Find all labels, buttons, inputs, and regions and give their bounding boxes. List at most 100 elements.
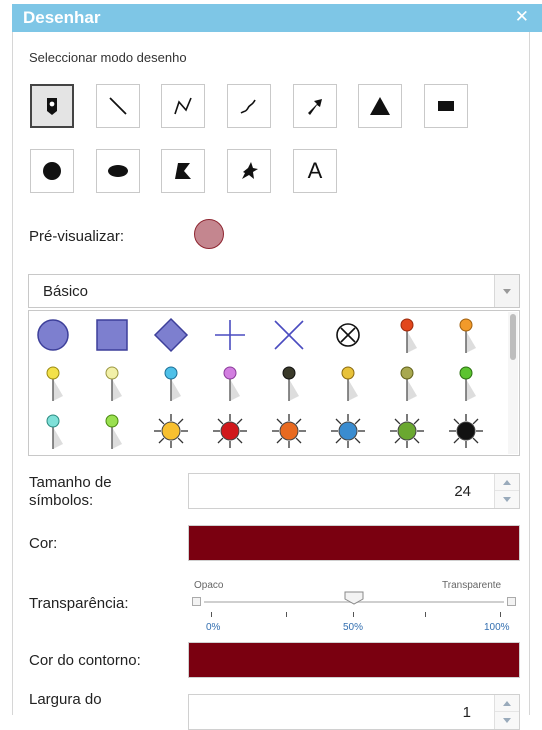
outline-width-spinner[interactable] [494, 695, 519, 729]
ellipse-icon [108, 165, 128, 177]
sun-orange-icon [272, 414, 306, 448]
slider-tick [211, 612, 212, 617]
symbol-pushpin-green[interactable] [446, 363, 486, 403]
pushpin-lime-icon [105, 414, 122, 449]
chevron-down-icon[interactable] [494, 275, 519, 307]
symbol-sun-yellow[interactable] [151, 411, 191, 451]
symbol-pushpin-orange[interactable] [446, 315, 486, 355]
slider-tick [425, 612, 426, 617]
symbol-size-field[interactable] [188, 473, 520, 509]
outline-color-label: Cor do contorno: [29, 652, 141, 669]
pushpin-gold-icon [341, 366, 358, 401]
close-icon[interactable]: ✕ [515, 7, 529, 27]
tick-label-0: 0% [206, 622, 221, 633]
symbol-pushpin-violet[interactable] [210, 363, 250, 403]
symbol-pushpin-aqua[interactable] [33, 411, 73, 451]
symbol-circle-x[interactable] [328, 315, 368, 355]
sun-red-icon [213, 414, 247, 448]
tool-polyline[interactable] [161, 84, 205, 128]
tick-label-100: 100% [484, 622, 510, 633]
symbol-pushpin-lightyellow[interactable] [92, 363, 132, 403]
symbol-diamond[interactable] [151, 315, 191, 355]
symbol-pushpin-lime[interactable] [92, 411, 132, 451]
increment-icon[interactable] [495, 474, 519, 491]
symbol-sun-orange[interactable] [269, 411, 309, 451]
line-icon [109, 97, 127, 115]
symbol-sun-red[interactable] [210, 411, 250, 451]
triangle-icon [370, 97, 390, 115]
decrement-icon[interactable] [495, 491, 519, 508]
symbol-sun-blue[interactable] [328, 411, 368, 451]
diamond-icon [153, 317, 189, 353]
transparency-slider[interactable] [192, 591, 516, 606]
rectangle-icon [438, 101, 454, 111]
pushpin-orange-icon [459, 318, 476, 353]
symbol-set-value: Básico [43, 283, 89, 300]
symbol-pushpin-yellow[interactable] [33, 363, 73, 403]
symbol-pushpin-gold[interactable] [328, 363, 368, 403]
text-icon: A [307, 158, 323, 183]
outline-width-field[interactable] [188, 694, 520, 730]
tool-freehand-polygon[interactable] [227, 149, 271, 193]
tool-text[interactable]: A [293, 149, 337, 193]
tool-rectangle[interactable] [424, 84, 468, 128]
outline-width-input[interactable] [189, 695, 479, 729]
increment-icon[interactable] [495, 695, 519, 712]
preview-symbol [194, 219, 224, 249]
circle-icon [37, 319, 69, 351]
symbol-sun-black[interactable] [446, 411, 486, 451]
tool-ellipse[interactable] [96, 149, 140, 193]
slider-right-button[interactable] [507, 597, 516, 606]
point-pin-icon [47, 98, 57, 115]
polygon-icon [175, 163, 191, 179]
freehand-line-icon [240, 99, 256, 114]
cross-icon [215, 320, 245, 350]
square-icon [96, 319, 128, 351]
color-swatch[interactable] [188, 525, 520, 561]
pushpin-black-icon [282, 366, 299, 401]
preview-label: Pré-visualizar: [29, 228, 125, 245]
slider-thumb[interactable] [344, 591, 364, 605]
tool-point[interactable] [30, 84, 74, 128]
symbol-cross[interactable] [210, 315, 250, 355]
tool-arrow[interactable] [293, 84, 337, 128]
tool-freehand-polyline[interactable] [227, 84, 271, 128]
symbol-size-input[interactable] [189, 474, 479, 508]
sun-yellow-icon [154, 414, 188, 448]
symbol-circle[interactable] [33, 315, 73, 355]
outline-color-swatch[interactable] [188, 642, 520, 678]
tool-circle[interactable] [30, 149, 74, 193]
slider-max-label: Transparente [442, 580, 502, 591]
symbol-pushpin-red[interactable] [387, 315, 427, 355]
title-bar: Desenhar ✕ [12, 4, 542, 32]
symbol-square[interactable] [92, 315, 132, 355]
symbol-size-spinner[interactable] [494, 474, 519, 508]
symbol-pushpin-black[interactable] [269, 363, 309, 403]
draw-mode-label: Seleccionar modo desenho [29, 50, 187, 65]
circle-x-icon [336, 323, 360, 347]
slider-tick [500, 612, 501, 617]
pushpin-yellow-icon [46, 366, 63, 401]
slider-left-button[interactable] [192, 597, 201, 606]
outline-width-label: Largura do [29, 691, 102, 708]
symbol-pushpin-cyan[interactable] [151, 363, 191, 403]
slider-tick [353, 612, 354, 617]
tool-polygon[interactable] [161, 149, 205, 193]
symbol-pushpin-olive[interactable] [387, 363, 427, 403]
pushpin-red-icon [400, 318, 417, 353]
symbol-sun-green[interactable] [387, 411, 427, 451]
gallery-scroll-thumb[interactable] [510, 314, 516, 360]
tool-triangle[interactable] [358, 84, 402, 128]
tool-line[interactable] [96, 84, 140, 128]
x-icon [274, 320, 304, 350]
pushpin-lightyellow-icon [105, 366, 122, 401]
pushpin-aqua-icon [46, 414, 63, 449]
sun-black-icon [449, 414, 483, 448]
polyline-icon [174, 97, 192, 115]
slider-min-label: Opaco [194, 580, 224, 591]
symbol-x[interactable] [269, 315, 309, 355]
pushpin-violet-icon [223, 366, 240, 401]
gallery-scrollbar[interactable] [508, 312, 518, 454]
symbol-set-select[interactable]: Básico [28, 274, 520, 308]
arrow-icon [308, 99, 322, 115]
